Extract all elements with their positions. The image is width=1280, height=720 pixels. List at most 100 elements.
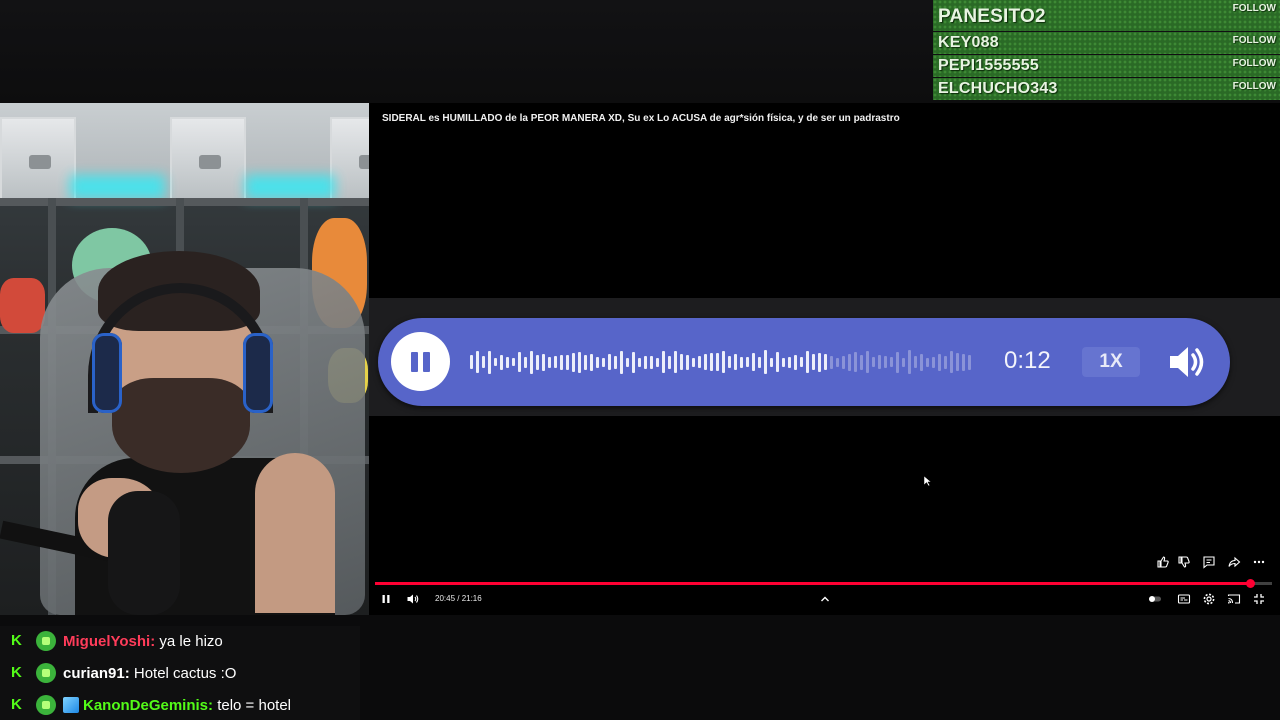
- follow-label: FOLLOW: [1232, 35, 1276, 46]
- play-button-plaque-icon: [330, 117, 369, 203]
- waveform-bar: [866, 351, 869, 373]
- waveform-bar: [926, 357, 929, 367]
- chat-text: ya le hizo: [155, 633, 223, 650]
- autoplay-toggle-icon[interactable]: [1148, 592, 1162, 606]
- waveform-bar: [968, 354, 971, 370]
- video-title[interactable]: SIDERAL es HUMILLADO de la PEOR MANERA X…: [382, 113, 900, 124]
- waveform-bar: [896, 351, 899, 373]
- waveform-bar: [548, 356, 551, 368]
- waveform-bar: [524, 356, 527, 368]
- follower-row: ELCHUCHO343 FOLLOW: [933, 78, 1280, 100]
- kick-badge-icon: K: [11, 632, 22, 649]
- streamer-shoulder: [255, 453, 335, 613]
- waveform-bar: [620, 350, 623, 374]
- subscriber-badge-icon: [36, 663, 56, 683]
- chat-message: K KanonDeGeminis: telo = hotel: [0, 690, 360, 720]
- waveform-bar: [746, 357, 749, 367]
- waveform-bar: [944, 355, 947, 369]
- subtitles-icon[interactable]: [1177, 592, 1191, 606]
- waveform-bar: [506, 356, 509, 368]
- waveform-bar: [698, 356, 701, 368]
- waveform-bar: [788, 356, 791, 368]
- waveform-bar: [596, 356, 599, 368]
- waveform-bar: [872, 357, 875, 367]
- comment-icon[interactable]: [1202, 555, 1216, 569]
- waveform-bar: [890, 357, 893, 367]
- subscriber-badge-icon: [36, 631, 56, 651]
- headset-earcup: [92, 333, 122, 413]
- waveform-bar: [836, 357, 839, 367]
- waveform-bar: [932, 356, 935, 368]
- cast-icon[interactable]: [1227, 592, 1241, 606]
- video-time-display: 20:45 / 21:16: [435, 594, 482, 603]
- waveform-bar: [560, 354, 563, 370]
- waveform-bar: [470, 355, 473, 369]
- chat-message-text: MiguelYoshi: ya le hizo: [63, 633, 223, 650]
- share-icon[interactable]: [1227, 555, 1241, 569]
- follower-name: KEY088: [938, 34, 999, 51]
- follow-label: FOLLOW: [1232, 3, 1276, 14]
- waveform-bar: [938, 353, 941, 371]
- waveform-bar: [554, 356, 557, 368]
- volume-icon[interactable]: [406, 592, 420, 606]
- waveform-bar: [476, 351, 479, 373]
- waveform-bar: [770, 357, 773, 367]
- waveform-bar: [758, 356, 761, 368]
- waveform-bar: [776, 352, 779, 372]
- waveform-bar: [518, 352, 521, 372]
- video-progress-bar[interactable]: [375, 579, 1272, 588]
- audio-elapsed-time: 0:12: [1004, 347, 1051, 374]
- chat-username: MiguelYoshi:: [63, 633, 156, 650]
- kick-badge-icon: K: [11, 696, 22, 713]
- thumbs-down-icon[interactable]: [1177, 555, 1191, 569]
- exit-fullscreen-icon[interactable]: [1252, 592, 1266, 606]
- waveform-bar: [680, 354, 683, 370]
- pause-icon[interactable]: [379, 592, 393, 606]
- waveform-bar: [812, 354, 815, 370]
- waveform-bar: [884, 356, 887, 368]
- waveform-bar: [650, 355, 653, 369]
- waveform-bar: [716, 353, 719, 371]
- follower-row: PANESITO2 FOLLOW: [933, 0, 1280, 31]
- waveform-bar: [956, 353, 959, 371]
- waveform-bar: [632, 351, 635, 373]
- waveform-bar: [512, 358, 515, 366]
- waveform-bar: [902, 357, 905, 367]
- waveform-bar: [686, 354, 689, 370]
- waveform-bar: [848, 353, 851, 371]
- waveform-bar: [536, 354, 539, 370]
- audio-waveform: [470, 348, 985, 376]
- waveform-bar: [710, 353, 713, 371]
- neon-light: [245, 175, 335, 199]
- more-icon[interactable]: [1252, 555, 1266, 569]
- progress-scrubber-handle[interactable]: [1246, 579, 1256, 588]
- follow-label: FOLLOW: [1232, 58, 1276, 69]
- follower-row: KEY088 FOLLOW: [933, 32, 1280, 54]
- waveform-bar: [566, 354, 569, 370]
- follower-name: PANESITO2: [938, 6, 1046, 27]
- waveform-bar: [860, 354, 863, 370]
- waveform-bar: [668, 355, 671, 369]
- waveform-bar: [542, 353, 545, 371]
- settings-icon[interactable]: [1202, 592, 1216, 606]
- video-player[interactable]: SIDERAL es HUMILLADO de la PEOR MANERA X…: [369, 103, 1280, 615]
- chevron-up-icon[interactable]: [818, 592, 832, 606]
- thumbs-up-icon[interactable]: [1156, 555, 1170, 569]
- waveform-bar: [530, 350, 533, 374]
- waveform-bar: [752, 353, 755, 371]
- waveform-bar: [818, 352, 821, 372]
- chat-message: K MiguelYoshi: ya le hizo: [0, 626, 360, 656]
- microphone-icon: [108, 491, 180, 615]
- waveform-bar: [800, 357, 803, 367]
- waveform-bar: [734, 354, 737, 370]
- recent-followers-panel: PANESITO2 FOLLOW KEY088 FOLLOW PEPI15555…: [933, 0, 1280, 100]
- waveform-bar: [728, 356, 731, 368]
- progress-played: [375, 582, 1251, 585]
- waveform-bar: [782, 357, 785, 367]
- waveform-bar: [578, 351, 581, 373]
- waveform-bar: [608, 354, 611, 370]
- chat-message: K curian91: Hotel cactus :O: [0, 658, 360, 688]
- waveform-bar: [824, 354, 827, 370]
- audio-pause-button: [391, 332, 450, 391]
- waveform-bar: [572, 352, 575, 372]
